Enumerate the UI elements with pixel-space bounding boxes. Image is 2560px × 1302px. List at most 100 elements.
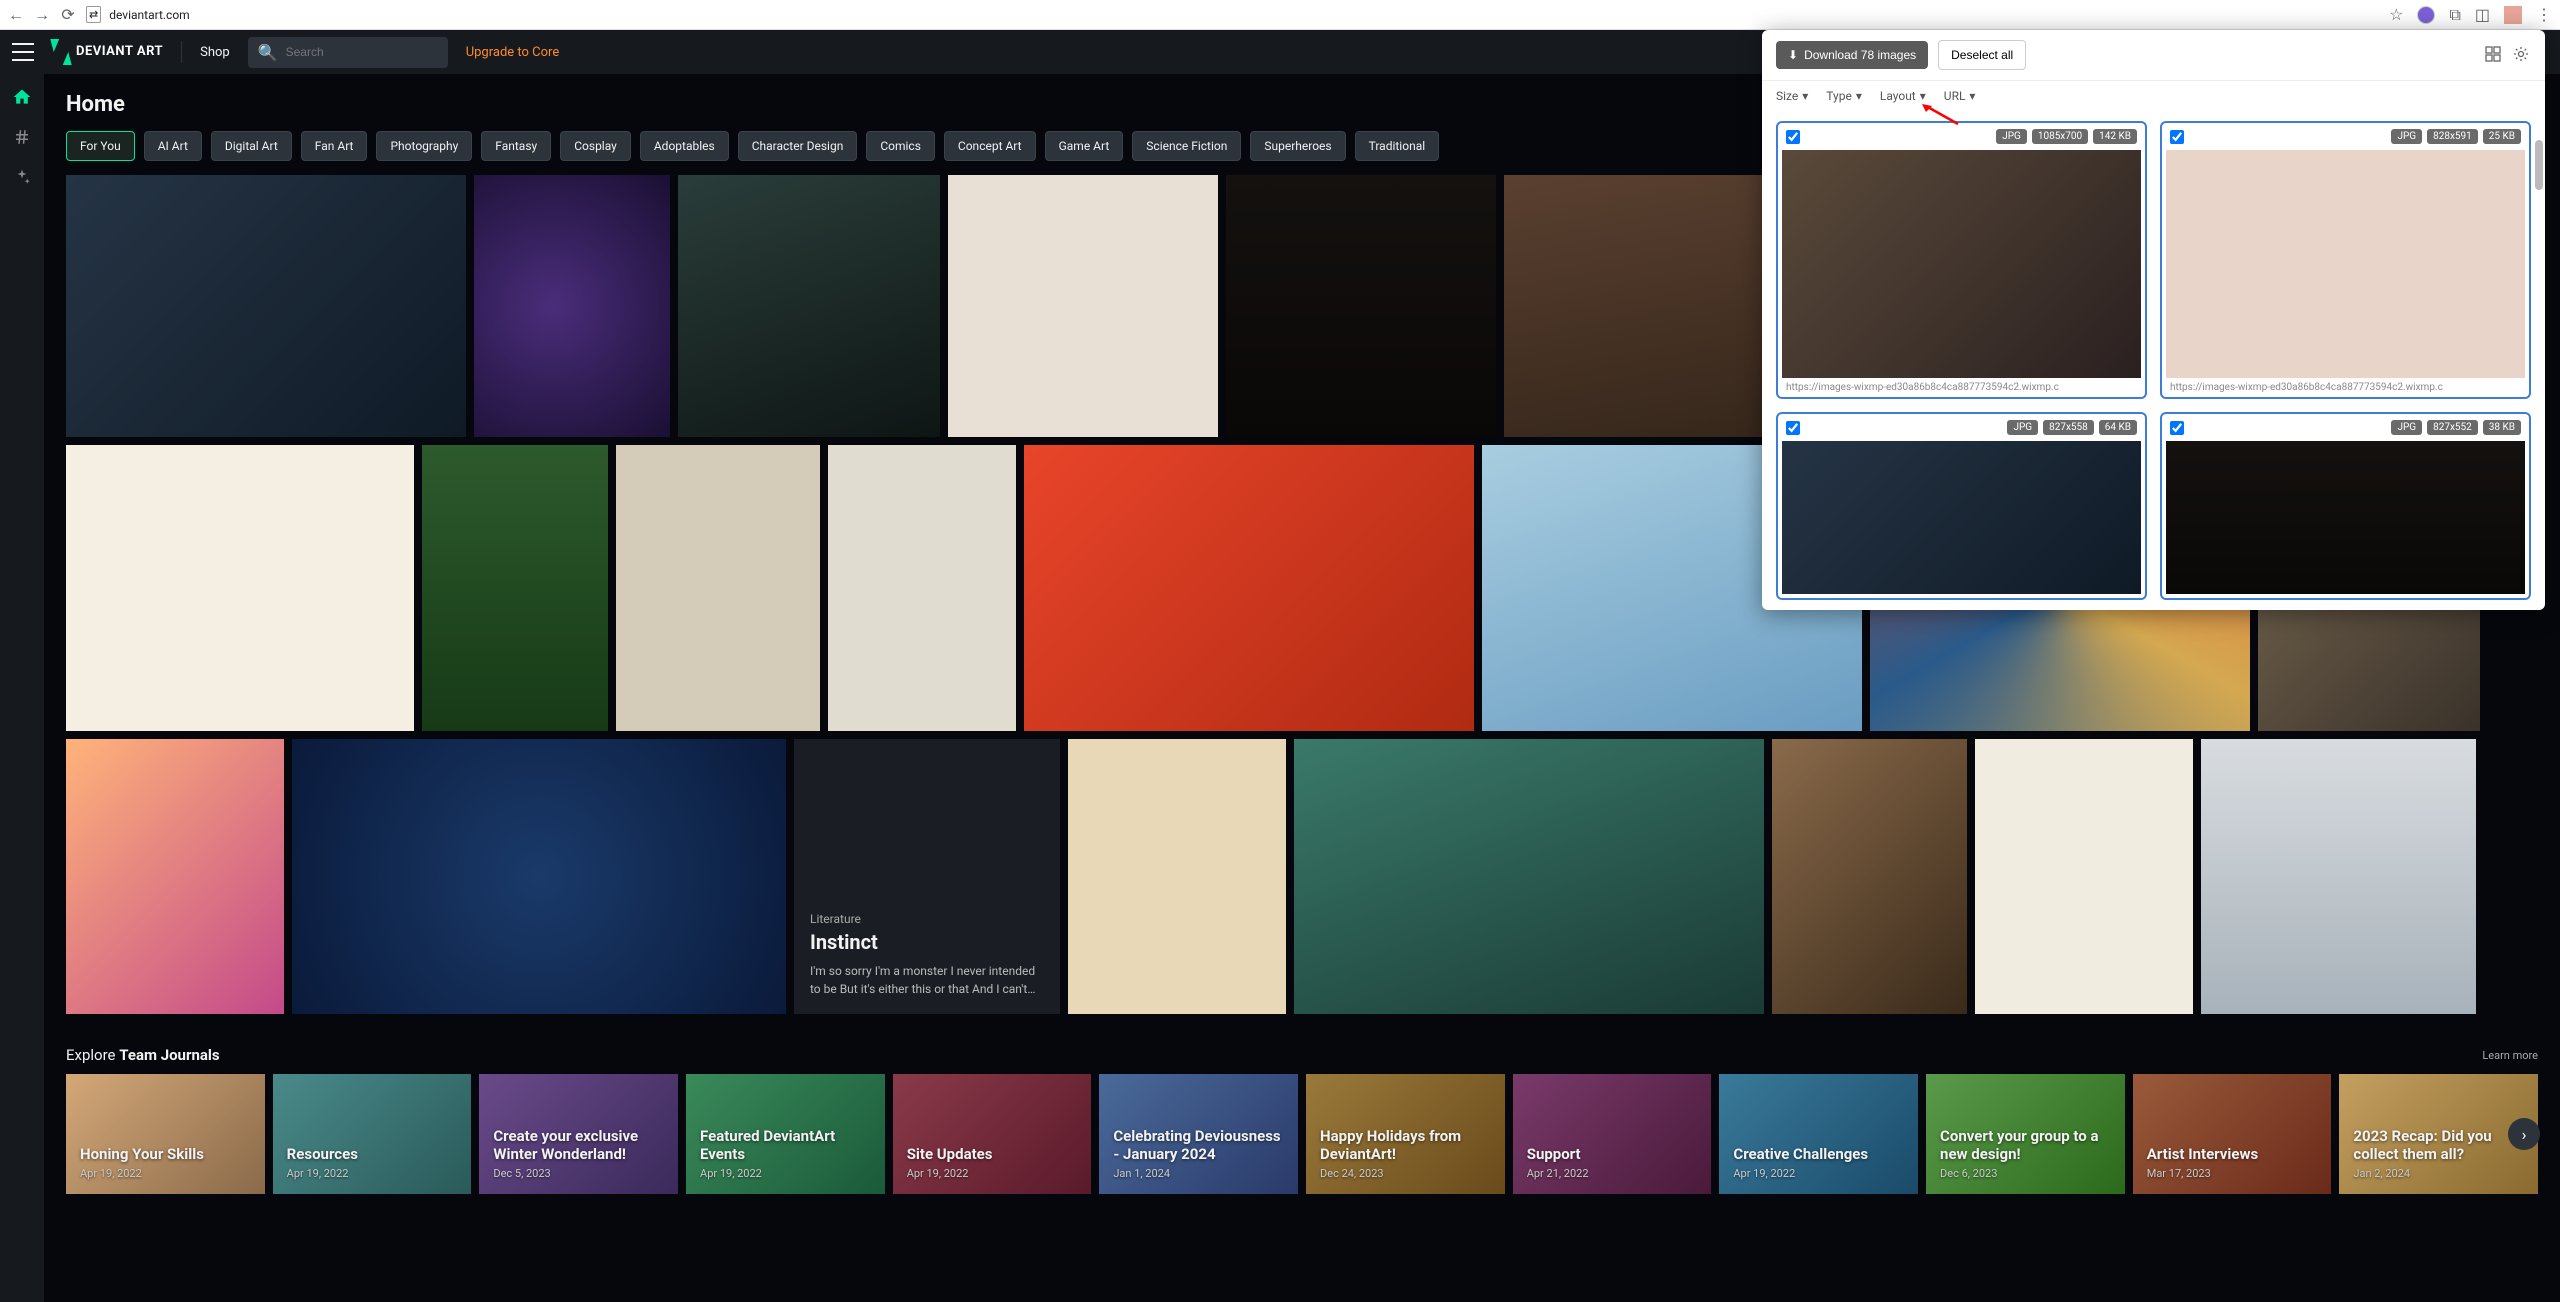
tab-for-you[interactable]: For You <box>66 131 135 161</box>
journal-card[interactable]: Create your exclusive Winter Wonderland!… <box>479 1074 678 1194</box>
grid-view-icon[interactable] <box>2485 46 2503 64</box>
art-tile[interactable] <box>292 739 786 1014</box>
journal-card[interactable]: Featured DeviantArt EventsApr 19, 2022 <box>686 1074 885 1194</box>
art-tile[interactable] <box>474 175 670 437</box>
format-badge: JPG <box>2007 420 2038 435</box>
journal-card[interactable]: Honing Your SkillsApr 19, 2022 <box>66 1074 265 1194</box>
journal-card[interactable]: SupportApr 21, 2022 <box>1513 1074 1712 1194</box>
art-tile[interactable] <box>2201 739 2476 1014</box>
art-tile[interactable] <box>616 445 820 731</box>
filter-url[interactable]: URL ▾ <box>1944 89 1976 103</box>
ext-image-card[interactable]: JPG 827x552 38 KB <box>2160 412 2531 600</box>
extension-avatar-icon[interactable] <box>2417 6 2435 24</box>
tab-cosplay[interactable]: Cosplay <box>560 131 631 161</box>
extensions-icon[interactable]: ⧉ <box>2449 5 2460 25</box>
site-settings-icon[interactable]: ⇄ <box>86 6 101 23</box>
tab-fantasy[interactable]: Fantasy <box>481 131 551 161</box>
art-tile[interactable] <box>1975 739 2193 1014</box>
art-tile[interactable] <box>678 175 940 437</box>
art-tile[interactable] <box>1294 739 1764 1014</box>
size-badge: 38 KB <box>2483 420 2521 435</box>
image-thumbnail <box>1782 150 2141 378</box>
ext-image-card[interactable]: JPG 828x591 25 KB https://images-wixmp-e… <box>2160 121 2531 399</box>
tab-game-art[interactable]: Game Art <box>1045 131 1124 161</box>
image-url[interactable]: https://images-wixmp-ed30a86b8c4ca887773… <box>1782 378 2141 393</box>
tab-concept-art[interactable]: Concept Art <box>944 131 1036 161</box>
art-tile[interactable] <box>422 445 608 731</box>
image-thumbnail <box>1782 441 2141 594</box>
image-thumbnail <box>2166 441 2525 594</box>
tab-digital-art[interactable]: Digital Art <box>211 131 292 161</box>
journal-card[interactable]: Creative ChallengesApr 19, 2022 <box>1719 1074 1918 1194</box>
journal-card[interactable]: Convert your group to a new design!Dec 6… <box>1926 1074 2125 1194</box>
tab-photography[interactable]: Photography <box>376 131 472 161</box>
image-select-checkbox[interactable] <box>1786 130 1800 144</box>
deselect-all-button[interactable]: Deselect all <box>1938 40 2026 70</box>
art-tile[interactable] <box>66 445 414 731</box>
filter-size[interactable]: Size ▾ <box>1776 89 1808 103</box>
settings-icon[interactable] <box>2513 46 2531 64</box>
art-tile[interactable] <box>1226 175 1496 437</box>
image-thumbnail <box>2166 150 2525 378</box>
journal-card[interactable]: ResourcesApr 19, 2022 <box>273 1074 472 1194</box>
art-tile[interactable] <box>1024 445 1474 731</box>
chevron-down-icon: ▾ <box>1920 89 1926 103</box>
journals-next-icon[interactable]: › <box>2508 1118 2540 1150</box>
art-tile[interactable] <box>66 739 284 1014</box>
ext-toolbar: ⬇ Download 78 images Deselect all <box>1762 30 2545 81</box>
deviantart-logo[interactable]: DEVIANT ART <box>52 39 163 65</box>
ext-image-card[interactable]: JPG 1085x700 142 KB https://images-wixmp… <box>1776 121 2147 399</box>
dims-badge: 827x552 <box>2427 420 2478 435</box>
tab-science-fiction[interactable]: Science Fiction <box>1132 131 1241 161</box>
literature-tile[interactable]: Literature Instinct I'm so sorry I'm a m… <box>794 739 1060 1014</box>
back-icon[interactable]: ← <box>8 7 24 23</box>
ext-grid[interactable]: JPG 1085x700 142 KB https://images-wixmp… <box>1762 111 2545 610</box>
image-select-checkbox[interactable] <box>2170 421 2184 435</box>
search-box[interactable]: 🔍 <box>248 37 448 68</box>
format-badge: JPG <box>1996 129 2027 144</box>
profile-avatar[interactable] <box>2504 6 2522 24</box>
filter-layout[interactable]: Layout ▾ <box>1880 89 1926 103</box>
tab-adoptables[interactable]: Adoptables <box>640 131 729 161</box>
sparkle-icon[interactable] <box>11 166 33 188</box>
dims-badge: 828x591 <box>2427 129 2478 144</box>
art-tile[interactable] <box>1068 739 1286 1014</box>
art-tile[interactable] <box>66 175 466 437</box>
tab-comics[interactable]: Comics <box>866 131 935 161</box>
journal-card[interactable]: Artist InterviewsMar 17, 2023 <box>2133 1074 2332 1194</box>
hamburger-icon[interactable] <box>12 43 34 61</box>
menu-icon[interactable]: ⋮ <box>2536 5 2552 24</box>
tab-traditional[interactable]: Traditional <box>1355 131 1440 161</box>
filter-type[interactable]: Type ▾ <box>1826 89 1862 103</box>
art-tile[interactable] <box>948 175 1218 437</box>
forward-icon[interactable]: → <box>34 7 50 23</box>
image-select-checkbox[interactable] <box>2170 130 2184 144</box>
journal-card[interactable]: Site UpdatesApr 19, 2022 <box>893 1074 1092 1194</box>
side-panel-icon[interactable]: ◫ <box>2475 5 2490 24</box>
ext-image-card[interactable]: JPG 827x558 64 KB <box>1776 412 2147 600</box>
shop-link[interactable]: Shop <box>200 45 230 60</box>
reload-icon[interactable]: ⟳ <box>60 7 76 23</box>
download-images-button[interactable]: ⬇ Download 78 images <box>1776 41 1928 69</box>
chevron-down-icon: ▾ <box>1969 89 1975 103</box>
journals-row: Honing Your SkillsApr 19, 2022 Resources… <box>66 1074 2538 1194</box>
star-icon[interactable]: ☆ <box>2389 5 2403 24</box>
art-tile[interactable] <box>828 445 1016 731</box>
home-icon[interactable] <box>11 86 33 108</box>
upgrade-link[interactable]: Upgrade to Core <box>466 45 560 60</box>
scrollbar-thumb[interactable] <box>2535 140 2543 190</box>
browser-chrome: ← → ⟳ ⇄ deviantart.com ☆ ⧉ ◫ ⋮ <box>0 0 2560 30</box>
tab-ai-art[interactable]: AI Art <box>144 131 202 161</box>
search-input[interactable] <box>286 45 441 59</box>
art-tile[interactable] <box>1772 739 1967 1014</box>
tab-character-design[interactable]: Character Design <box>738 131 858 161</box>
journal-card[interactable]: Happy Holidays from DeviantArt!Dec 24, 2… <box>1306 1074 1505 1194</box>
hash-icon[interactable] <box>11 126 33 148</box>
tab-fan-art[interactable]: Fan Art <box>301 131 368 161</box>
journal-card[interactable]: Celebrating Deviousness - January 2024Ja… <box>1099 1074 1298 1194</box>
learn-more-link[interactable]: Learn more <box>2482 1049 2538 1062</box>
image-url[interactable]: https://images-wixmp-ed30a86b8c4ca887773… <box>2166 378 2525 393</box>
tab-superheroes[interactable]: Superheroes <box>1250 131 1345 161</box>
address-bar[interactable]: ⇄ deviantart.com <box>86 6 2379 23</box>
image-select-checkbox[interactable] <box>1786 421 1800 435</box>
